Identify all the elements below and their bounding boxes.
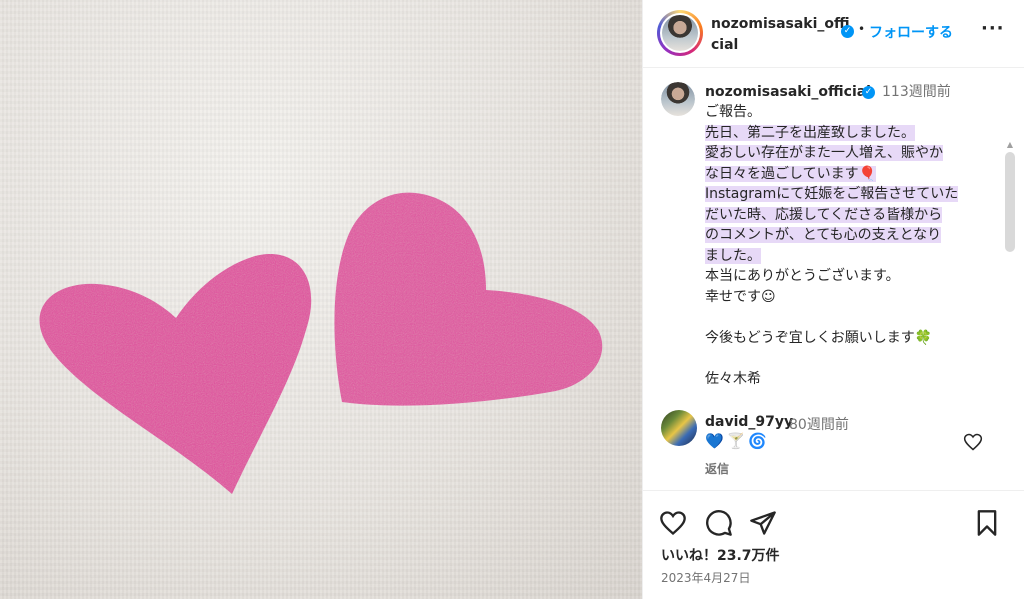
action-bar: いいね！23.7万件 2023年4月27日 [643,490,1024,599]
likes-count[interactable]: いいね！23.7万件 [661,545,780,565]
caption-avatar[interactable] [661,82,695,116]
caption-rest: 本当にありがとうございます。 幸せです☺ 今後もどうぞ宜しくお願いします🍀 佐々… [705,268,933,387]
caption-line-0: ご報告。 [705,104,761,120]
commenter-avatar[interactable] [661,410,697,446]
share-icon[interactable] [749,509,777,537]
post-header: nozomisasaki_official ✓ • フォローする ··· [643,0,1024,68]
hearts-illustration [0,0,642,599]
caption-text: ご報告。 先日、第二子を出産致しました。 愛おしい存在がまた一人増え、賑やか な… [705,102,995,389]
header-username[interactable]: nozomisasaki_official [711,14,851,56]
reply-button[interactable]: 返信 [705,460,729,477]
comment-icon[interactable] [705,509,733,537]
caption-timestamp[interactable]: 113週間前 [882,82,951,102]
verified-icon: ✓ [841,25,854,38]
comment-timestamp[interactable]: 80週間前 [789,414,849,434]
post-date[interactable]: 2023年4月27日 [661,569,750,586]
verified-icon: ✓ [862,86,875,99]
caption-username[interactable]: nozomisasaki_official [705,82,871,102]
post-image[interactable] [0,0,642,599]
comment-username[interactable]: david_97yy [705,414,793,430]
comment-text: 💙🍸🌀 [705,432,771,450]
scrollbar-thumb[interactable] [1005,152,1015,252]
comment-like-heart-icon[interactable] [963,432,983,452]
scroll-up-icon[interactable]: ▲ [1005,140,1015,149]
bookmark-icon[interactable] [973,509,1001,537]
post-side-panel: nozomisasaki_official ✓ • フォローする ··· noz… [642,0,1024,599]
follow-button[interactable]: フォローする [869,22,953,42]
heart-icon[interactable] [659,509,687,537]
separator-dot: • [858,22,866,36]
comments-section[interactable]: nozomisasaki_official ✓ 113週間前 ご報告。 先日、第… [643,68,1024,490]
more-icon[interactable]: ··· [981,18,1005,39]
caption-highlighted: 先日、第二子を出産致しました。 愛おしい存在がまた一人増え、賑やか な日々を過ご… [705,124,959,264]
profile-avatar[interactable] [657,10,703,56]
